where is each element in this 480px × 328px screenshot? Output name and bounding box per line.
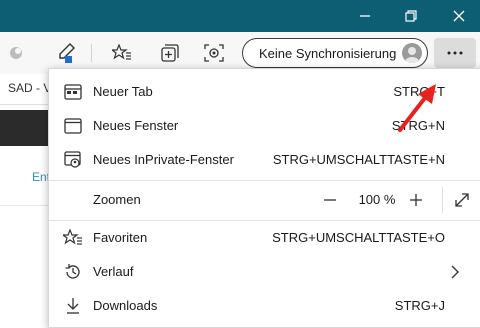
menu-item-label: Neues InPrivate-Fenster (93, 152, 234, 167)
restore-button[interactable] (388, 0, 434, 32)
avatar (402, 43, 422, 63)
downloads-icon (63, 296, 83, 316)
close-button[interactable] (436, 0, 480, 32)
menu-item-favorites[interactable]: Favoriten STRG+UMSCHALTTASTE+O (49, 221, 480, 255)
history-icon (63, 262, 83, 282)
zoom-separator (442, 187, 443, 213)
menu-item-shortcut: STRG+UMSCHALTTASTE+N (272, 152, 445, 167)
menu-item-label: Neuer Tab (93, 84, 153, 99)
minus-icon (324, 199, 336, 201)
close-icon (453, 10, 465, 22)
menu-item-history[interactable]: Verlauf (49, 255, 480, 289)
menu-item-label: Neues Fenster (93, 118, 179, 133)
settings-menu: Neuer Tab STRG+T Neues Fenster STRG+N Ne… (48, 68, 480, 328)
restore-icon (405, 10, 417, 22)
profile-icon (405, 47, 419, 63)
zoom-in-button[interactable] (401, 185, 431, 215)
minimize-button[interactable] (342, 0, 388, 32)
favorites-icon (63, 228, 83, 248)
toolbar-separator (91, 44, 92, 62)
background-divider (0, 205, 48, 206)
menu-item-shortcut: STRG+J (394, 298, 445, 313)
zoom-label: Zoomen (93, 192, 141, 207)
sync-status-button[interactable]: Keine Synchronisierung (242, 38, 428, 68)
new-window-icon (63, 116, 83, 136)
minimize-icon (360, 15, 370, 17)
settings-more-button[interactable] (434, 38, 476, 68)
menu-item-shortcut: STRG+UMSCHALTTASTE+O (272, 230, 445, 245)
background-tab-title: SAD - V (8, 81, 52, 95)
inprivate-window-icon (63, 150, 83, 170)
chevron-right-icon (451, 265, 459, 279)
fullscreen-button[interactable] (447, 185, 477, 215)
plus-icon (410, 194, 422, 206)
menu-item-label: Verlauf (93, 264, 134, 279)
background-page-banner (0, 110, 48, 146)
menu-item-label: Favoriten (93, 230, 148, 245)
menu-item-shortcut: STRG+T (393, 84, 445, 99)
fullscreen-icon (455, 193, 469, 207)
zoom-out-button[interactable] (315, 185, 345, 215)
menu-item-new-inprivate-window[interactable]: Neues InPrivate-Fenster STRG+UMSCHALTTAS… (49, 143, 480, 177)
zoom-value: 100 % (358, 192, 396, 207)
extension-icon[interactable] (2, 32, 30, 74)
menu-item-new-tab[interactable]: Neuer Tab STRG+T (49, 75, 480, 109)
more-dots-icon (447, 51, 463, 55)
new-tab-icon (63, 82, 83, 102)
menu-item-new-window[interactable]: Neues Fenster STRG+N (49, 109, 480, 143)
menu-item-downloads[interactable]: Downloads STRG+J (49, 289, 480, 323)
title-bar (0, 0, 480, 32)
sync-label: Keine Synchronisierung (259, 45, 397, 61)
zoom-row: Zoomen 100 % (49, 181, 480, 219)
menu-item-label: Downloads (93, 298, 158, 313)
menu-item-shortcut: STRG+N (391, 118, 445, 133)
